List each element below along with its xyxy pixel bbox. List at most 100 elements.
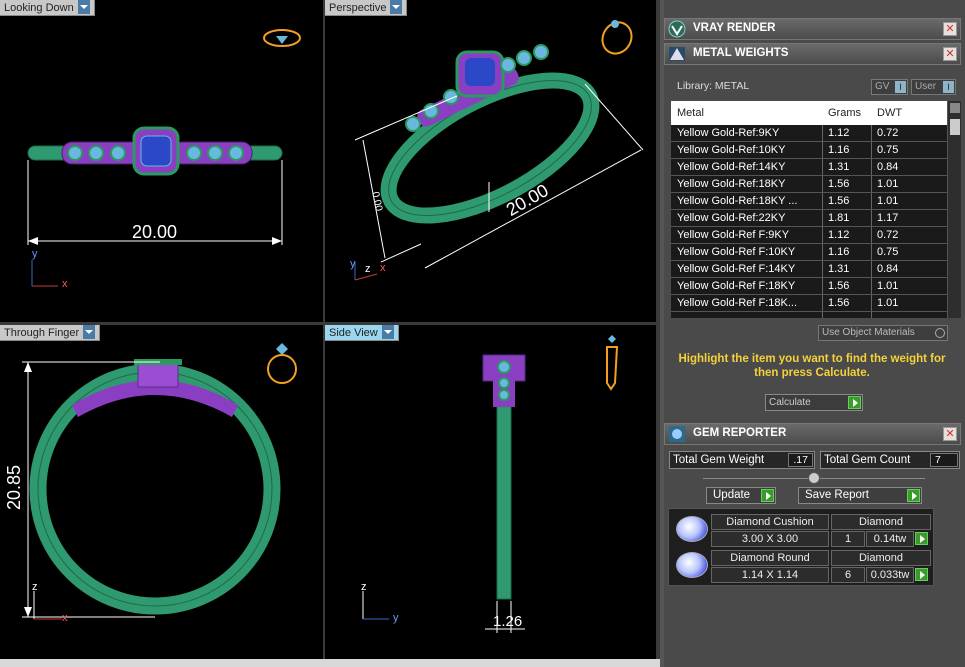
ring-top-view [27,29,301,287]
library-label: Library: METAL [677,80,750,92]
gem-count: 1 [831,531,865,547]
table-row[interactable]: Yellow Gold-Ref:18KY 1.56 1.01 [671,176,947,193]
axis-z-label: z [32,581,38,593]
total-gem-count-label: Total Gem Count [824,454,911,466]
viewport-tab[interactable]: Side View [325,325,399,341]
viewport-tab[interactable]: Through Finger [0,325,101,341]
ring-front-view [22,343,297,620]
cell-dwt: 1.01 [877,195,899,207]
cell-metal: Yellow Gold-Ref F:10KY [677,246,796,258]
viewport-perspective[interactable]: Perspective 20.00 0.00 y z x [325,0,656,322]
cell-metal: Yellow Gold-Ref F:18K... [677,297,798,309]
total-gem-weight-value: .17 [788,453,813,467]
diamond-icon [676,516,708,542]
cell-dwt: 0.72 [877,127,899,139]
cell-grams: 1.31 [828,161,850,173]
cell-metal: Yellow Gold-Ref F:14KY [677,263,796,275]
table-row[interactable]: Yellow Gold-Ref F:9KY 1.12 0.72 [671,227,947,244]
cell-dwt: 1.01 [877,178,899,190]
play-icon[interactable] [915,568,928,581]
table-row[interactable]: Yellow Gold-Ref:9KY 1.12 0.72 [671,125,947,142]
table-row[interactable]: Yellow Gold-Ref:14KY 1.31 0.84 [671,159,947,176]
use-object-materials-toggle[interactable]: Use Object Materials [818,325,948,341]
chevron-down-icon[interactable] [77,0,90,14]
gem-name: Diamond Round [711,550,829,566]
radio-icon [935,328,945,338]
use-object-materials-label: Use Object Materials [822,327,915,338]
save-report-button[interactable]: Save Report [798,487,922,504]
table-row[interactable]: Yellow Gold-Ref:22KY 1.81 1.17 [671,210,947,227]
cell-grams: 1.12 [828,229,850,241]
update-button[interactable]: Update [706,487,776,504]
cell-grams: 1.12 [828,127,850,139]
user-label: User [915,81,937,92]
cell-metal: Yellow Gold-Ref:18KY [677,178,786,190]
cell-metal: Yellow Gold-Ref:9KY [677,127,780,139]
cell-grams: 1.16 [828,144,850,156]
table-row[interactable]: Yellow Gold-Ref F:18KY 1.56 1.01 [671,278,947,295]
play-icon [848,396,861,409]
view-cube-icon[interactable] [263,29,301,47]
cell-metal: Yellow Gold-Ref:14KY [677,161,786,173]
metal-weights-icon [669,47,685,61]
axis-y-label: y [350,258,356,270]
calculate-hint: Highlight the item you want to find the … [678,353,946,379]
table-row[interactable]: Yellow Gold-Ref F:14KY 1.31 0.84 [671,261,947,278]
table-header: Metal Grams DWT [671,101,947,125]
close-icon[interactable]: ✕ [943,47,957,61]
cell-metal: Yellow Gold-Ref F:18KY [677,280,796,292]
user-toggle[interactable]: User I [911,79,956,95]
table-row[interactable]: Yellow Gold-Ref:10KY 1.16 0.75 [671,142,947,159]
close-icon[interactable]: ✕ [943,427,957,441]
row-divider [671,311,947,312]
gem-reporter-header[interactable]: GEM REPORTER ✕ [664,423,961,445]
metal-weights-header[interactable]: METAL WEIGHTS ✕ [664,43,961,65]
thickness-dimension: 1.26 [493,613,523,630]
scroll-up-icon[interactable] [950,103,960,113]
scroll-thumb[interactable] [950,119,960,135]
play-icon [907,489,920,502]
axis-z-label: z [365,263,371,275]
cell-dwt: 0.72 [877,229,899,241]
width-dimension: 20.00 [132,222,178,242]
chevron-down-icon[interactable] [390,0,403,14]
gv-toggle[interactable]: GV I [871,79,908,95]
chevron-down-icon[interactable] [83,325,96,339]
viewport-through-finger[interactable]: Through Finger 20.85 z x [0,325,323,659]
viewport-side-view[interactable]: Side View 1.26 z y [325,325,656,659]
info-icon: I [943,81,954,93]
cell-dwt: 1.01 [877,297,899,309]
cell-dwt: 0.84 [877,161,899,173]
cell-grams: 1.56 [828,195,850,207]
chevron-down-icon[interactable] [381,325,394,339]
ring-side-view [362,335,619,633]
cell-dwt: 0.75 [877,144,899,156]
total-gem-weight-label: Total Gem Weight [673,454,765,466]
viewport-tab[interactable]: Perspective [325,0,408,16]
table-row[interactable]: Yellow Gold-Ref:18KY ... 1.56 1.01 [671,193,947,210]
viewport-tab[interactable]: Looking Down [0,0,95,16]
viewport-label: Perspective [329,2,387,14]
height-dimension: 20.85 [4,464,25,511]
metal-weights-table[interactable]: Metal Grams DWT Yellow Gold-Ref:9KY 1.12 0… [671,101,961,318]
info-icon: I [895,81,906,93]
header-dwt: DWT [877,107,903,119]
view-cube-icon[interactable] [597,17,637,59]
calculate-button[interactable]: Calculate [765,394,863,411]
vray-render-header[interactable]: VRAY RENDER ✕ [664,18,961,40]
table-row[interactable]: Yellow Gold-Ref F:18K... 1.56 1.01 [671,295,947,312]
close-icon[interactable]: ✕ [943,22,957,36]
gem-name: Diamond Cushion [711,514,829,530]
view-cube-icon[interactable] [606,335,619,391]
status-strip [0,659,660,667]
view-cube-icon[interactable] [267,343,297,384]
play-icon[interactable] [915,532,928,545]
gem-slider-knob[interactable] [808,472,820,484]
section-title: METAL WEIGHTS [693,47,789,59]
cell-dwt: 0.75 [877,246,899,258]
diamond-icon [676,552,708,578]
total-gem-count-field: Total Gem Count 7 [820,451,960,469]
table-scrollbar[interactable] [947,101,961,318]
viewport-looking-down[interactable]: Looking Down 20.00 y x [0,0,323,322]
table-row[interactable]: Yellow Gold-Ref F:10KY 1.16 0.75 [671,244,947,261]
